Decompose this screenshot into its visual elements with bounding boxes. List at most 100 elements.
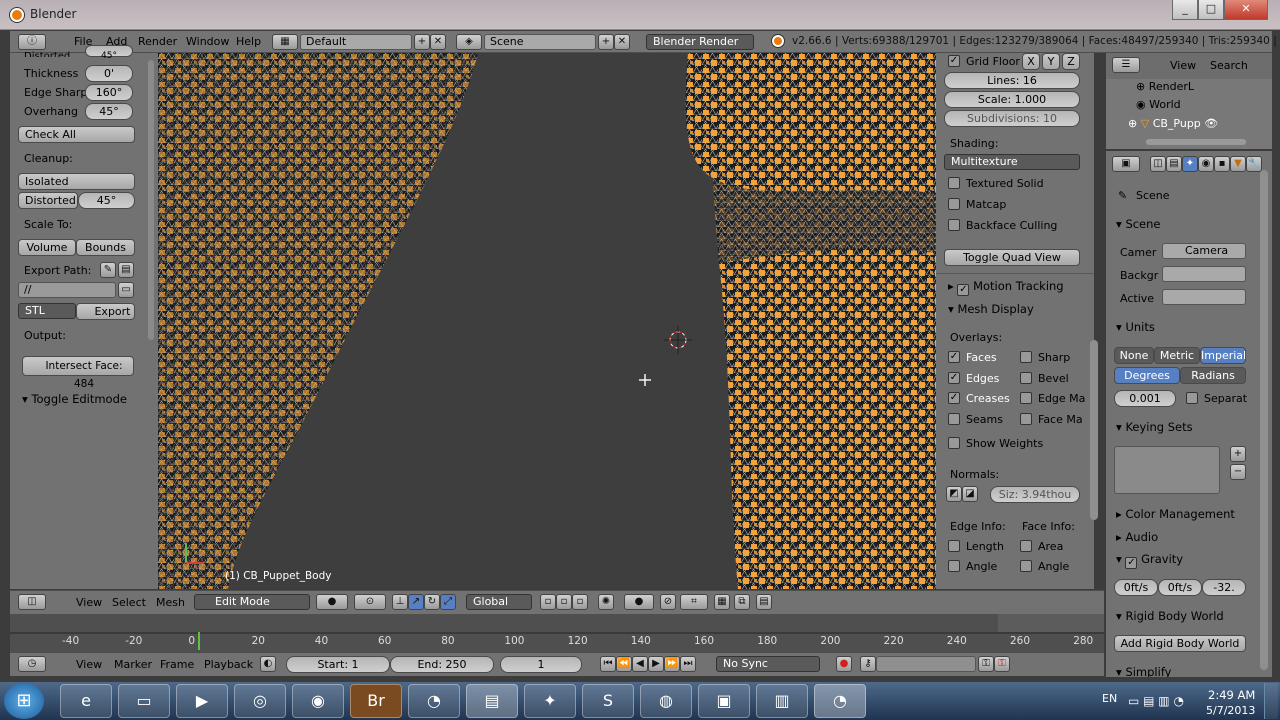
layout-field[interactable]: Default [300, 34, 412, 50]
copy-render-icon[interactable]: ⧉ [734, 594, 750, 610]
show-weights-check[interactable] [948, 437, 960, 449]
gravity-check[interactable]: ✓ [1125, 557, 1138, 569]
simplify-header[interactable]: ▾ Simplify [1116, 665, 1171, 677]
taskbar-window-icon[interactable]: ▣ [698, 684, 750, 718]
play-icon[interactable]: ▶ [648, 656, 664, 672]
gravity-header[interactable]: ▾ ✓ Gravity [1116, 552, 1183, 569]
close-button[interactable]: ✕ [1224, 0, 1268, 20]
minimize-button[interactable]: _ [1172, 0, 1198, 20]
clock-date[interactable]: 5/7/2013 [1206, 704, 1255, 717]
length-check[interactable] [948, 540, 960, 552]
menu-mesh[interactable]: Mesh [156, 596, 185, 609]
menu-select[interactable]: Select [112, 596, 146, 609]
grid-subdivisions-field[interactable]: Subdivisions: 10 [944, 110, 1080, 127]
remove-keying-set-icon[interactable]: − [1230, 464, 1246, 480]
edge-sharp-field[interactable]: 160° [85, 84, 133, 101]
snap-target-icon[interactable]: ⌗ [680, 594, 708, 610]
tray-icons[interactable]: ▭ ▤ ▥ ◔ [1128, 694, 1184, 708]
grid-floor-check[interactable]: ✓ [948, 55, 960, 67]
world-tab-icon[interactable]: ◉ [1198, 156, 1214, 172]
toggle-editmode-panel[interactable]: ▾ Toggle Editmode [22, 392, 127, 406]
menu-window[interactable]: Window [186, 35, 229, 48]
taskbar-spotify-icon[interactable]: ◍ [640, 684, 692, 718]
taskbar-explorer-icon[interactable]: ▭ [118, 684, 170, 718]
keying-sets-header[interactable]: ▾ Keying Sets [1116, 420, 1193, 434]
taskbar-app-icon[interactable]: ✦ [524, 684, 576, 718]
rigid-body-world-header[interactable]: ▾ Rigid Body World [1116, 609, 1224, 623]
translate-icon[interactable]: ↗ [408, 594, 424, 610]
timeline-menu-frame[interactable]: Frame [160, 658, 194, 671]
object-tab-icon[interactable]: ▪ [1214, 156, 1230, 172]
menu-help[interactable]: Help [236, 35, 261, 48]
outliner-search-menu[interactable]: Search [1210, 59, 1248, 72]
degrees-button[interactable]: Degrees [1114, 367, 1180, 384]
grid-scale-field[interactable]: Scale: 1.000 [944, 91, 1080, 108]
timeline-menu-view[interactable]: View [76, 658, 102, 671]
jump-start-icon[interactable]: ⏮ [600, 656, 616, 672]
units-imperial-button[interactable]: Imperial [1200, 347, 1246, 364]
color-management-header[interactable]: ▸ Color Management [1116, 507, 1235, 521]
taskbar-folder-icon[interactable]: ▤ [466, 684, 518, 718]
outliner-hscrollbar[interactable] [1146, 139, 1246, 145]
add-rigid-body-world-button[interactable]: Add Rigid Body World [1114, 635, 1246, 652]
scene-props-scrollbar[interactable] [1260, 170, 1268, 670]
unit-scale-field[interactable]: 0.001 [1114, 390, 1176, 407]
shading-select[interactable]: Multitexture [944, 154, 1080, 170]
outliner-view-menu[interactable]: View [1170, 59, 1196, 72]
scene-panel-header[interactable]: ▾ Scene [1116, 217, 1161, 231]
layer-icon-2[interactable]: ▫ [556, 594, 572, 610]
start-button[interactable]: ⊞ [4, 683, 44, 719]
normal-size-field[interactable]: Siz: 3.94thou [990, 486, 1080, 503]
3d-view-editor-icon[interactable]: ◫ [18, 594, 46, 610]
area-check[interactable] [1020, 540, 1032, 552]
tree-item-world[interactable]: ◉ World [1136, 98, 1181, 111]
edge-marks-check[interactable] [1020, 392, 1032, 404]
export-path-icon[interactable]: ✎ [100, 262, 116, 278]
export-button[interactable]: Export [76, 303, 135, 320]
taskbar-firefox-icon[interactable]: ◎ [234, 684, 286, 718]
export-path-field[interactable]: // [18, 282, 116, 298]
properties-editor-icon[interactable]: ▣ [1112, 156, 1140, 172]
isolated-button[interactable]: Isolated [18, 173, 135, 190]
vertex-normals-icon[interactable]: ◩ [946, 486, 962, 502]
orientation-select[interactable]: Global [466, 594, 532, 610]
properties-scrollbar[interactable] [1090, 340, 1098, 520]
taskbar-steam-icon[interactable]: ◉ [292, 684, 344, 718]
audio-header[interactable]: ▸ Audio [1116, 530, 1158, 544]
sync-select[interactable]: No Sync [716, 656, 820, 672]
modifier-tab-icon[interactable]: 🔧 [1246, 156, 1262, 172]
distorted-top-value[interactable]: 45° [85, 45, 133, 61]
current-frame-field[interactable]: 1 [500, 656, 582, 673]
units-panel-header[interactable]: ▾ Units [1116, 320, 1155, 334]
timeline-menu-playback[interactable]: Playback [204, 658, 253, 671]
creases-check[interactable]: ✓ [948, 392, 960, 404]
keying-sets-list[interactable] [1114, 446, 1220, 494]
render-engine-select[interactable]: Blender Render [646, 34, 754, 50]
textured-solid-check[interactable] [948, 177, 960, 189]
render-icon[interactable]: ▦ [714, 594, 730, 610]
layer-icon-1[interactable]: ▫ [540, 594, 556, 610]
tool-shelf-scrollbar[interactable] [148, 60, 154, 340]
active-field[interactable] [1162, 289, 1246, 305]
scale-icon[interactable]: ⤢ [440, 594, 456, 610]
edge-angle-check[interactable] [948, 560, 960, 572]
screen-layout-icon[interactable]: ▦ [272, 34, 298, 50]
timeline-menu-marker[interactable]: Marker [114, 658, 152, 671]
axis-x-toggle[interactable]: X [1022, 53, 1040, 70]
backface-culling-check[interactable] [948, 219, 960, 231]
folder-icon[interactable]: ▭ [118, 282, 134, 298]
tree-item-cb[interactable]: ⊕ ▽ CB_Pupp 👁 [1128, 117, 1218, 130]
manipulator-icon[interactable]: ⊥ [392, 594, 408, 610]
distorted-angle-field[interactable]: 45° [78, 192, 135, 209]
distorted-button[interactable]: Distorted [18, 192, 78, 209]
units-none-button[interactable]: None [1114, 347, 1154, 364]
intersect-face-button[interactable]: Intersect Face: 484 [22, 356, 134, 390]
jump-end-icon[interactable]: ⏭ [680, 656, 696, 672]
clock-time[interactable]: 2:49 AM [1208, 688, 1255, 702]
mesh-display-panel[interactable]: ▾ Mesh Display [948, 302, 1034, 316]
menu-view[interactable]: View [76, 596, 102, 609]
axis-z-toggle[interactable]: Z [1062, 53, 1080, 70]
outliner-editor-icon[interactable]: ☰ [1112, 57, 1140, 73]
taskbar-network-icon[interactable]: ▥ [756, 684, 808, 718]
axis-y-toggle[interactable]: Y [1042, 53, 1060, 70]
